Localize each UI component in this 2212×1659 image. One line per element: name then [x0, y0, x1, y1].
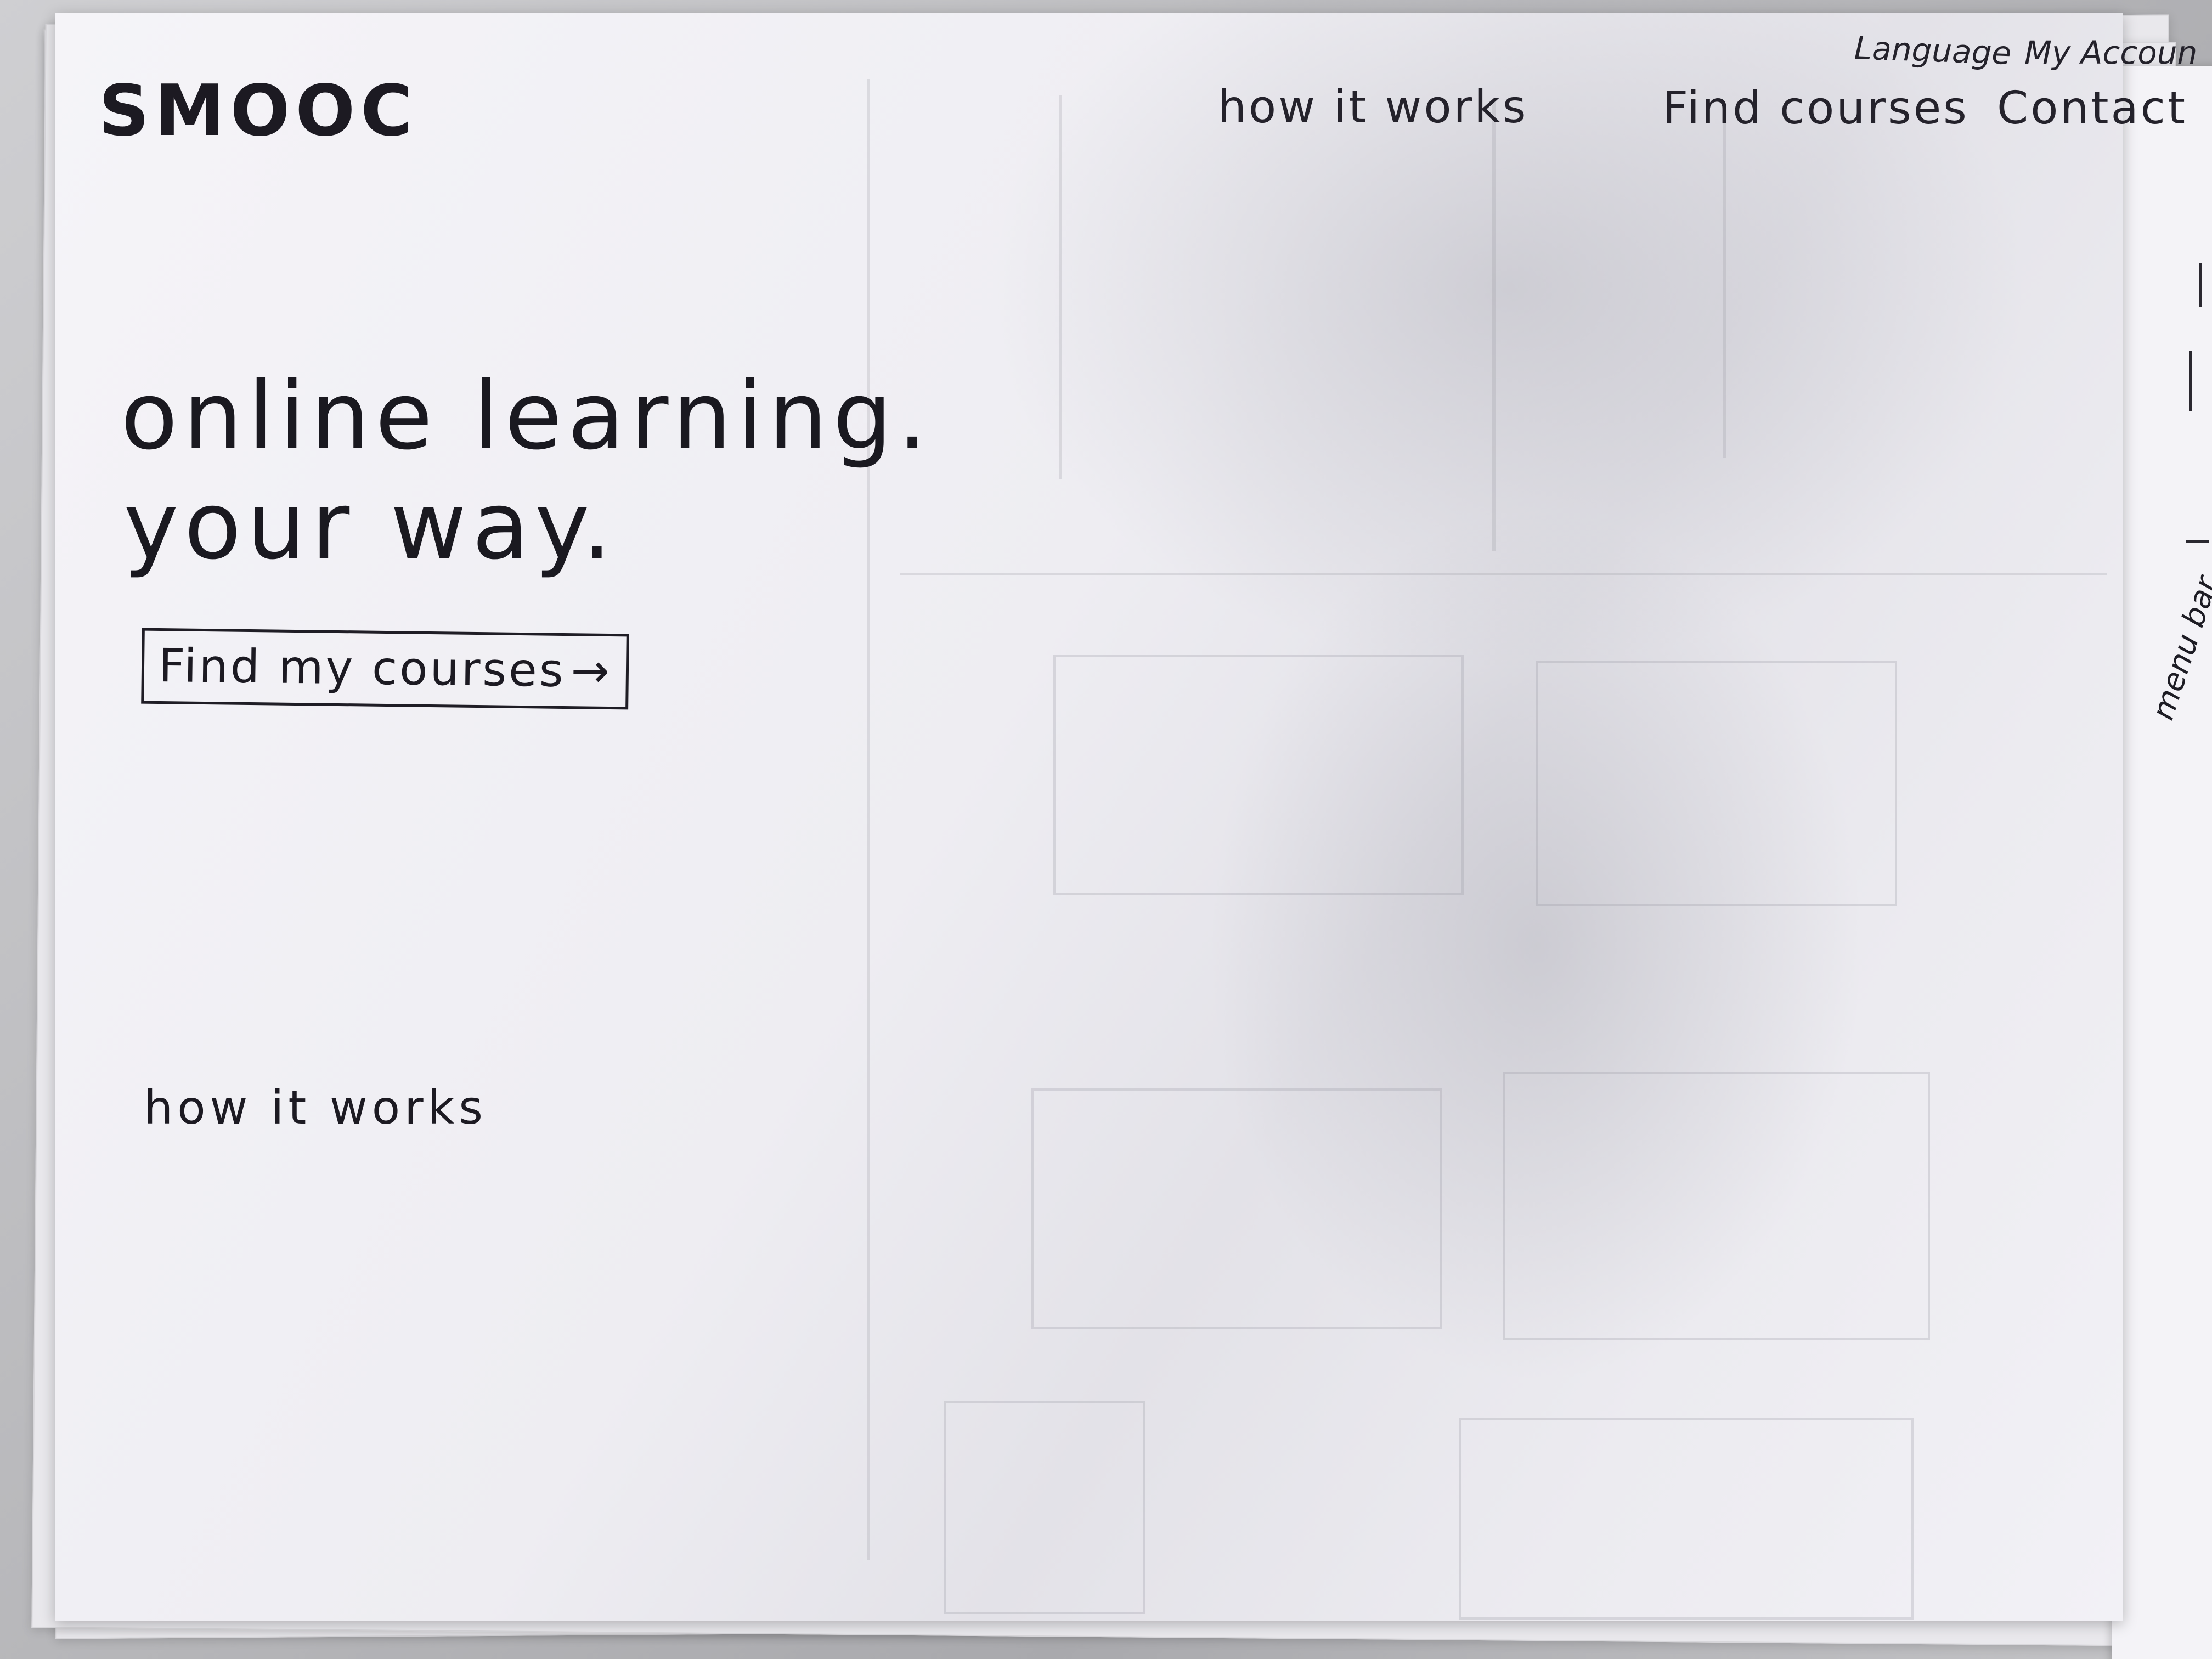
how-it-works-heading: how it works — [144, 1081, 488, 1135]
ghost-card — [1503, 1072, 1930, 1340]
ghost-line — [900, 573, 2107, 575]
nav-contact[interactable]: Contact — [1997, 82, 2187, 134]
ghost-card — [944, 1401, 1146, 1614]
ghost-card — [1031, 1088, 1442, 1329]
paper-sheet-right — [2112, 66, 2212, 1659]
hero-headline-line2: your way. — [123, 472, 617, 580]
find-my-courses-button[interactable]: Find my courses → — [141, 628, 629, 710]
arrow-right-icon: → — [570, 644, 612, 698]
cta-label: Find my courses — [158, 638, 566, 698]
logo[interactable]: SMOOC — [99, 70, 417, 152]
ghost-line — [1059, 95, 1062, 479]
ghost-line — [1723, 106, 1726, 458]
hero-headline-line1: online learning. — [121, 362, 933, 471]
ghost-card — [1053, 655, 1464, 895]
side-mark — [2189, 351, 2192, 411]
ghost-card — [1536, 661, 1897, 906]
side-mark — [2186, 540, 2209, 543]
nav-find-courses[interactable]: Find courses — [1662, 82, 1969, 134]
photo-background: SMOOC Language My Accoun how it works Fi… — [0, 0, 2212, 1659]
ghost-card — [1459, 1418, 1914, 1620]
wireframe-sheet — [55, 0, 2123, 1621]
nav-how-it-works[interactable]: how it works — [1218, 81, 1528, 133]
language-link[interactable]: Language — [1854, 29, 2012, 72]
my-account-link[interactable]: My Accoun — [2024, 34, 2197, 71]
ghost-line — [1492, 101, 1496, 551]
side-mark — [2199, 263, 2202, 307]
ghost-line — [867, 79, 870, 1560]
